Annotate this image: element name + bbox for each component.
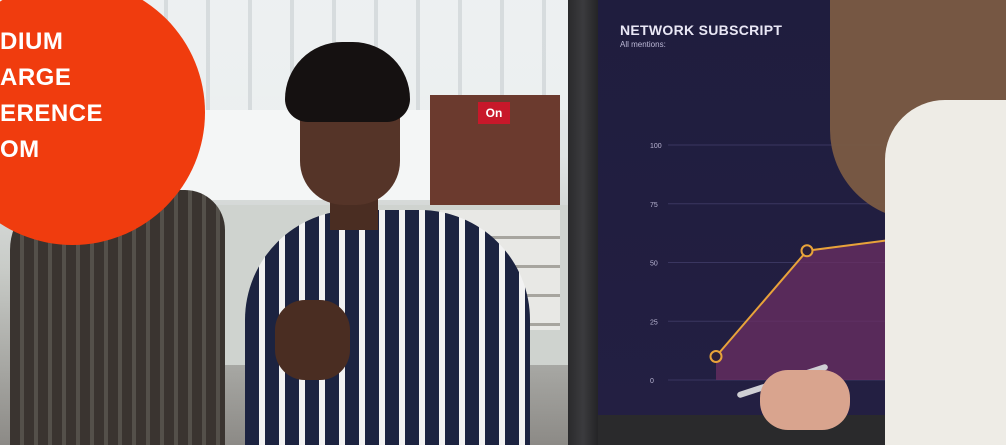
badge-text: DIUM ARGE ERENCE OM (0, 24, 103, 168)
wall-sign: On (478, 102, 510, 124)
series-area (716, 239, 898, 380)
y-tick-label: 100 (650, 143, 662, 150)
badge-line: ERENCE (0, 100, 104, 127)
y-tick-label: 0 (650, 378, 654, 385)
listener-hand (760, 370, 850, 430)
data-point (709, 350, 723, 363)
badge-line: OM (0, 136, 40, 163)
video-conference-photo: On NETWORK SUBSCRIPT All mentions: 100 75… (0, 0, 1006, 445)
y-tick-label: 75 (650, 202, 658, 209)
y-tick-label: 25 (650, 319, 658, 326)
listener-body (885, 100, 1006, 445)
badge-line: DIUM (0, 28, 64, 55)
display-frame (568, 0, 598, 445)
y-tick-label: 50 (650, 261, 658, 268)
data-point (800, 244, 814, 258)
badge-line: ARGE (0, 64, 72, 91)
person-speaking-hand (275, 300, 350, 380)
